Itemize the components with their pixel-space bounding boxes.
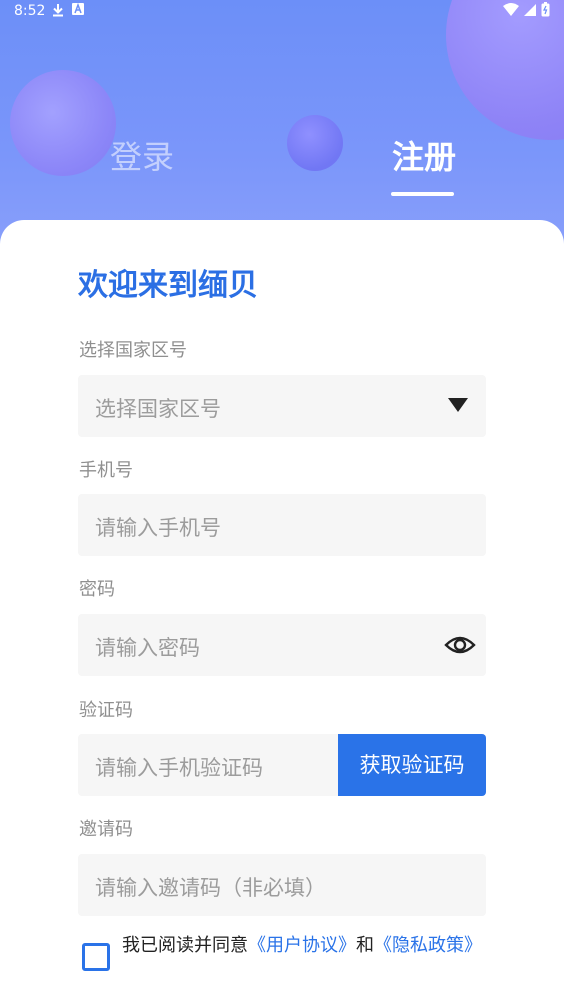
decorative-bubble	[287, 115, 343, 171]
country-code-select[interactable]: 选择国家区号	[78, 375, 486, 437]
invite-label: 邀请码	[79, 819, 133, 840]
caret-down-icon[interactable]	[448, 398, 468, 412]
password-placeholder: 请输入密码	[95, 636, 200, 660]
signal-icon	[523, 3, 537, 21]
tab-register[interactable]: 注册	[392, 132, 456, 178]
eye-icon[interactable]	[444, 630, 476, 660]
download-icon	[52, 3, 64, 21]
decorative-bubble	[10, 70, 116, 176]
phone-label: 手机号	[79, 460, 133, 481]
agreement-text: 我已阅读并同意《用户协议》和《隐私政策》	[122, 932, 482, 960]
invite-code-input[interactable]: 请输入邀请码（非必填）	[78, 854, 486, 916]
code-label: 验证码	[79, 700, 133, 721]
invite-placeholder: 请输入邀请码（非必填）	[95, 876, 326, 900]
country-label: 选择国家区号	[79, 340, 187, 361]
tab-active-indicator	[391, 192, 454, 196]
country-code-placeholder: 选择国家区号	[95, 397, 221, 421]
status-time: 8:52	[14, 3, 46, 19]
font-a-icon	[72, 2, 84, 19]
agreement-checkbox[interactable]	[82, 943, 110, 971]
user-agreement-link[interactable]: 《用户协议》	[248, 935, 356, 956]
phone-input[interactable]: 请输入手机号	[78, 494, 486, 556]
battery-icon	[541, 2, 550, 21]
agreement-and: 和	[356, 935, 374, 956]
phone-placeholder: 请输入手机号	[95, 516, 221, 540]
privacy-policy-link[interactable]: 《隐私政策》	[374, 935, 482, 956]
agreement-prefix: 我已阅读并同意	[122, 935, 248, 956]
get-code-button[interactable]: 获取验证码	[338, 734, 486, 796]
welcome-title: 欢迎来到缅贝	[78, 268, 258, 303]
tab-login[interactable]: 登录	[110, 132, 174, 178]
verification-code-input[interactable]: 请输入手机验证码 获取验证码	[78, 734, 486, 796]
password-label: 密码	[79, 579, 115, 600]
status-bar: 8:52	[0, 0, 564, 24]
register-form-card: 欢迎来到缅贝 选择国家区号 选择国家区号 手机号 请输入手机号 密码 请输入密码…	[0, 220, 564, 1004]
password-input[interactable]: 请输入密码	[78, 614, 486, 676]
code-placeholder: 请输入手机验证码	[95, 756, 263, 780]
wifi-icon	[503, 2, 519, 21]
